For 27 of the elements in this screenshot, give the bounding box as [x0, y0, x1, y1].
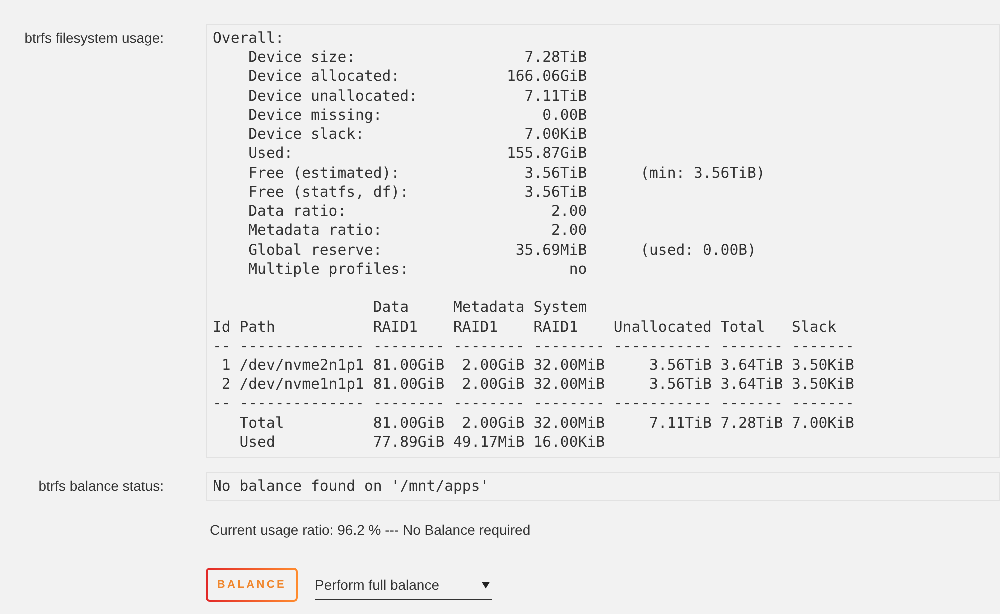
- output-line: Device slack: 7.00KiB: [248, 125, 588, 144]
- output-line: Device size: 7.28TiB: [248, 48, 588, 68]
- output-line: Metadata ratio: 2.00: [248, 221, 588, 241]
- field-label: btrfs filesystem usage:: [24, 30, 164, 46]
- output-line: Id Path RAID1 RAID1 RAID1 Unallocated Total Slack: [213, 318, 837, 337]
- output-line: Global reserve: 35.69MiB (used: 0.00B): [248, 240, 756, 260]
- output-line: Overall:: [213, 29, 284, 48]
- output-line: Device allocated: 166.06GiB: [248, 67, 588, 87]
- caret-icon: [482, 582, 490, 589]
- output-line: Device missing: 0.00B: [248, 106, 588, 126]
- output-line: -- -------------- -------- -------- -------- ----------- ------- -------: [213, 336, 854, 356]
- usage-ratio-text: Current usage ratio: 96.2 % --- No Balance required: [210, 522, 531, 538]
- output-line: Data ratio: 2.00: [248, 202, 588, 222]
- output-line: Total 81.00GiB 2.00GiB 32.00MiB 7.11TiB 7.28TiB 7.00KiB: [238, 414, 854, 433]
- field-label: btrfs balance status:: [38, 478, 164, 494]
- output-line: Free (estimated): 3.56TiB (min: 3.56TiB): [248, 164, 766, 183]
- output-line: 1 /dev/nvme2n1p1 81.00GiB 2.00GiB 32.00MiB 3.56TiB 3.64TiB 3.50KiB: [220, 356, 854, 376]
- balance-status-output: No balance found on '/mnt/apps': [206, 472, 1000, 502]
- output-line: Used 77.89GiB 49.17MiB 16.00KiB: [238, 432, 605, 452]
- output-line: 2 /dev/nvme1n1p1 81.00GiB 2.00GiB 32.00MiB 3.56TiB 3.64TiB 3.50KiB: [220, 375, 854, 394]
- balance-mode-select[interactable]: Perform full balance: [315, 570, 492, 600]
- output-line: Data Metadata System: [372, 298, 588, 318]
- output-line: Free (statfs, df): 3.56TiB: [248, 182, 588, 202]
- output-line: Device unallocated: 7.11TiB: [248, 86, 588, 106]
- output-line: Used: 155.87GiB: [248, 144, 588, 164]
- output-line: -- -------------- -------- -------- -------- ----------- ------- -------: [213, 394, 854, 414]
- output-line: Multiple profiles: no: [248, 260, 588, 280]
